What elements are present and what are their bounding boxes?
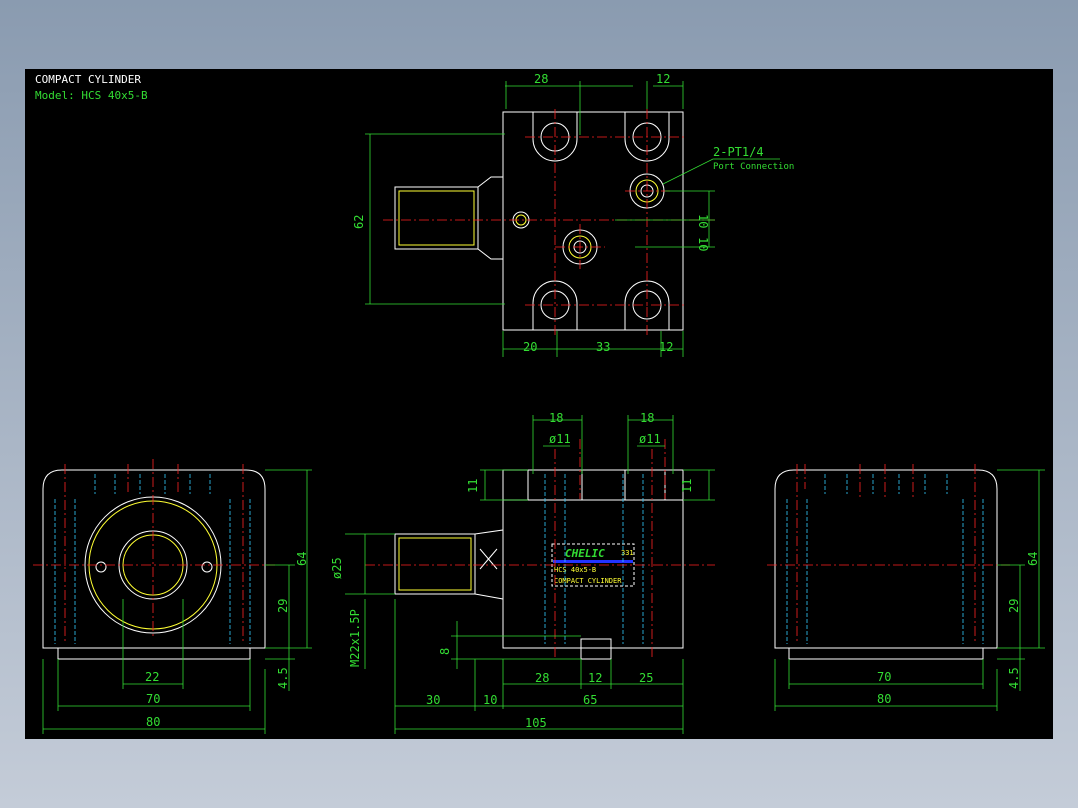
lv-dim-70: 70 bbox=[146, 692, 160, 706]
nameplate-desc: COMPACT CYLINDER bbox=[554, 577, 622, 585]
cad-drawing: COMPACT CYLINDER Model: HCS 40x5-B 28 12… bbox=[33, 72, 1045, 734]
rv-dim-45: 4.5 bbox=[1007, 667, 1021, 689]
dim-m22: M22x1.5P bbox=[348, 609, 362, 667]
dim-33: 33 bbox=[596, 340, 610, 354]
port-label: 2-PT1/4 bbox=[713, 145, 764, 159]
lv-dim-29: 29 bbox=[276, 599, 290, 613]
dim-11a: ø11 bbox=[549, 432, 571, 446]
dim-12f: 12 bbox=[588, 671, 602, 685]
rv-dim-70: 70 bbox=[877, 670, 891, 684]
nameplate-brand: CHELIC bbox=[565, 547, 605, 560]
dim-12b: 12 bbox=[659, 340, 673, 354]
dim-11b: ø11 bbox=[639, 432, 661, 446]
dim-105: 105 bbox=[525, 716, 547, 730]
dim-18a: 18 bbox=[549, 411, 563, 425]
mount-hole-bl bbox=[532, 280, 578, 330]
dim-62: 62 bbox=[352, 215, 366, 229]
dim-28: 28 bbox=[534, 72, 548, 86]
dim-12: 12 bbox=[656, 72, 670, 86]
dim-30: 30 bbox=[426, 693, 440, 707]
front-rod bbox=[394, 533, 476, 595]
dim-11r: 11 bbox=[680, 479, 694, 493]
dim-25: ø25 bbox=[330, 557, 344, 579]
dim-18b: 18 bbox=[640, 411, 654, 425]
right-view: 64 29 4.5 70 80 bbox=[767, 464, 1045, 711]
port-sublabel: Port Connection bbox=[713, 162, 794, 172]
model-label: Model: HCS 40x5-B bbox=[35, 89, 148, 102]
dim-8: 8 bbox=[438, 648, 452, 655]
left-view: 64 29 4.5 22 70 80 bbox=[33, 459, 312, 734]
dim-10a: 10 bbox=[696, 214, 710, 228]
mount-hole-br bbox=[624, 280, 670, 330]
top-body bbox=[502, 111, 684, 331]
lv-dim-22: 22 bbox=[145, 670, 159, 684]
rv-dim-64: 64 bbox=[1026, 552, 1040, 566]
front-boss bbox=[580, 638, 612, 660]
drawing-title: COMPACT CYLINDER bbox=[35, 73, 141, 86]
right-body bbox=[774, 469, 998, 649]
dim-10: 10 bbox=[483, 693, 497, 707]
dim-20: 20 bbox=[523, 340, 537, 354]
top-rod bbox=[394, 186, 479, 250]
lv-dim-80: 80 bbox=[146, 715, 160, 729]
drawing-canvas: COMPACT CYLINDER Model: HCS 40x5-B 28 12… bbox=[25, 69, 1053, 739]
front-view: CHELIC 331 HCS 40x5-B COMPACT CYLINDER 1… bbox=[330, 411, 715, 734]
dim-11l: 11 bbox=[466, 479, 480, 493]
rv-dim-80: 80 bbox=[877, 692, 891, 706]
dim-25b: 25 bbox=[639, 671, 653, 685]
dim-65: 65 bbox=[583, 693, 597, 707]
nameplate-model: HCS 40x5-B bbox=[554, 566, 596, 574]
top-view: 28 12 62 10 10 20 33 12 2-PT1/4 Port Con… bbox=[352, 72, 794, 357]
lv-dim-45: 4.5 bbox=[276, 667, 290, 689]
dim-10b: 10 bbox=[696, 237, 710, 251]
rv-dim-29: 29 bbox=[1007, 599, 1021, 613]
lv-dim-64: 64 bbox=[295, 552, 309, 566]
dim-28f: 28 bbox=[535, 671, 549, 685]
